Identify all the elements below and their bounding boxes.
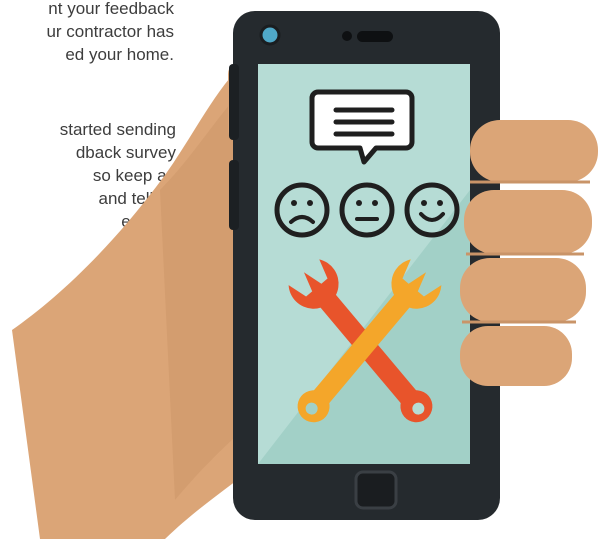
sensor-dot [342, 31, 352, 41]
fingers [460, 120, 598, 386]
camera-icon [259, 24, 281, 46]
speaker-grille [357, 31, 393, 42]
home-button [354, 470, 398, 510]
hand-holding-phone-illustration [12, 11, 598, 539]
illustration-stage: nt your feedback ur contractor has ed yo… [0, 0, 599, 539]
phone-side-button [229, 160, 239, 230]
phone-side-button [229, 64, 239, 140]
